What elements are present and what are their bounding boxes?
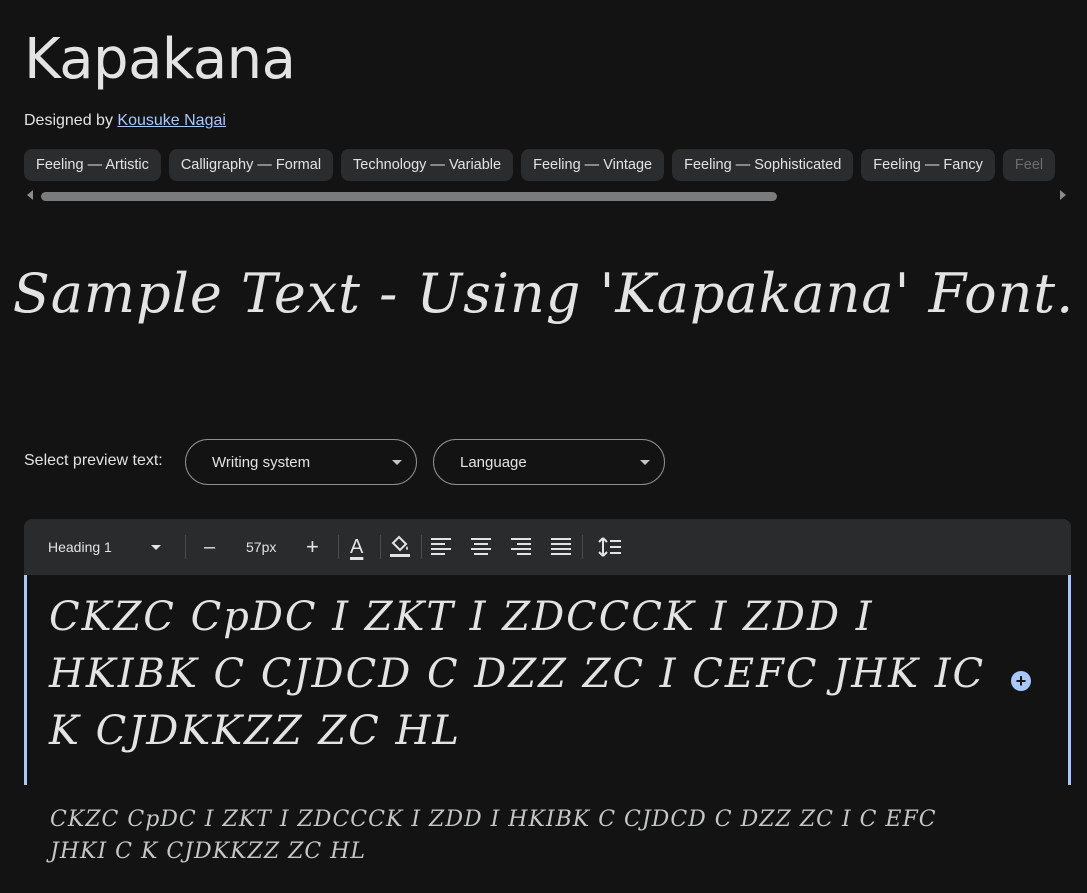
preview-text-label: Select preview text: [24, 452, 163, 469]
designer-link[interactable]: Kousuke Nagai [117, 112, 226, 129]
align-left-icon[interactable] [431, 537, 451, 557]
fill-color-icon[interactable] [389, 535, 411, 559]
text-style-select[interactable]: Heading 1 [48, 519, 112, 575]
tag-scrollbar-thumb[interactable] [41, 192, 777, 201]
toolbar-divider [185, 535, 186, 559]
scroll-right-arrow-icon[interactable] [1060, 190, 1066, 200]
designer-prefix: Designed by [24, 112, 113, 129]
language-select[interactable]: Language [433, 439, 665, 485]
align-right-icon[interactable] [511, 537, 531, 557]
tag-chip[interactable]: Technology — Variable [341, 149, 514, 181]
tag-chip[interactable]: Feeling — Fancy [861, 149, 995, 181]
small-preview-text: CKZC CpDC I ZKT I ZDCCCK I ZDD I HKIBK C… [50, 807, 937, 864]
toolbar-divider [421, 535, 422, 559]
chevron-down-icon[interactable] [151, 545, 161, 550]
tag-chip[interactable]: Feeling — Vintage [521, 149, 665, 181]
hero-sample-text: Sample Text - Using 'Kapakana' Font. [12, 262, 1075, 325]
text-style-value: Heading 1 [48, 539, 112, 555]
toolbar-divider [338, 535, 339, 559]
page-title: Kapakana [24, 27, 296, 92]
preview-editor[interactable]: CKZC CpDC I ZKT I ZDCCCK I ZDD I HKIBK C… [24, 575, 1071, 785]
chevron-down-icon [640, 460, 650, 465]
increase-size-button[interactable]: + [306, 519, 319, 575]
line-height-icon[interactable] [598, 537, 622, 557]
decrease-size-button[interactable]: – [204, 519, 215, 575]
font-size-value[interactable]: 57px [246, 519, 276, 575]
tag-list: Feeling — Artistic Calligraphy — Formal Te… [24, 149, 1087, 181]
tag-chip[interactable]: Feeling — Artistic [24, 149, 161, 181]
writing-system-select[interactable]: Writing system [185, 439, 417, 485]
editor-preview-text[interactable]: CKZC CpDC I ZKT I ZDCCCK I ZDD I HKIBK C… [49, 589, 989, 760]
tag-chip[interactable]: Calligraphy — Formal [168, 149, 334, 181]
toolbar-divider [582, 535, 583, 559]
align-justify-icon[interactable] [551, 537, 571, 557]
designer-credit: Designed by Kousuke Nagai [24, 110, 226, 132]
writing-system-value: Writing system [212, 454, 311, 471]
chevron-down-icon [392, 460, 402, 465]
tag-chip[interactable]: Feeling — Sophisticated [672, 149, 854, 181]
text-color-icon[interactable]: A [350, 519, 363, 575]
language-value: Language [460, 454, 527, 471]
add-preview-button[interactable]: + [1011, 671, 1031, 691]
editor-toolbar: Heading 1 – 57px + A [24, 519, 1071, 575]
toolbar-divider [380, 535, 381, 559]
align-center-icon[interactable] [471, 537, 491, 557]
scroll-left-arrow-icon[interactable] [27, 190, 33, 200]
tag-chip[interactable]: Feel [1002, 149, 1056, 181]
